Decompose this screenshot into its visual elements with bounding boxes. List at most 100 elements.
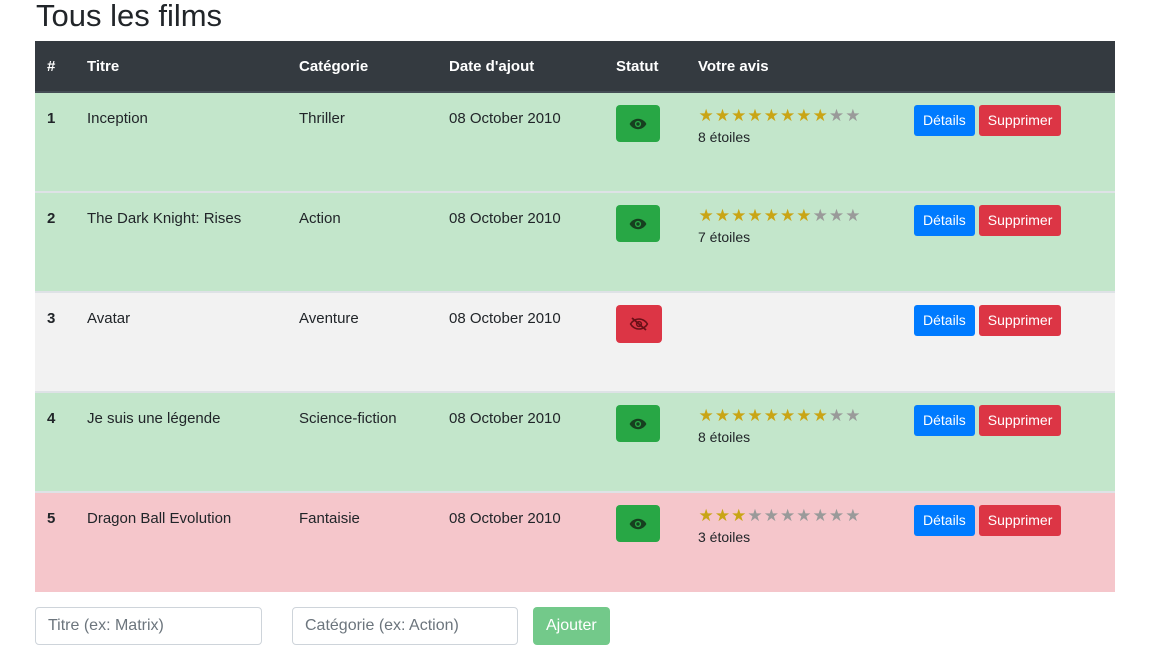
status-cell [604, 491, 686, 592]
star-icon[interactable]: ★ [698, 507, 714, 525]
table-body: 1 Inception Thriller 08 October 2010 ★ ★ ★ ★ ★ ★ ★… [35, 91, 1115, 592]
star-icon[interactable]: ★ [731, 107, 747, 125]
star-icon[interactable]: ★ [763, 107, 779, 125]
row-number: 2 [35, 191, 75, 292]
film-date: 08 October 2010 [437, 491, 604, 592]
delete-button[interactable]: Supprimer [978, 105, 1062, 136]
star-icon[interactable]: ★ [828, 507, 844, 525]
star-icon[interactable]: ★ [731, 407, 747, 425]
add-button[interactable]: Ajouter [533, 607, 610, 645]
star-icon[interactable]: ★ [779, 107, 795, 125]
star-icon[interactable]: ★ [747, 407, 763, 425]
star-count-text: 8 étoiles [698, 129, 751, 145]
star-icon[interactable]: ★ [779, 507, 795, 525]
star-icon[interactable]: ★ [828, 407, 844, 425]
star-rating[interactable]: ★ ★ ★ ★ ★ ★ ★ ★ ★ ★ [698, 107, 890, 125]
film-date: 08 October 2010 [437, 391, 604, 492]
film-category: Action [287, 191, 437, 292]
eye-icon [629, 118, 647, 130]
star-icon[interactable]: ★ [828, 107, 844, 125]
rating-cell: ★ ★ ★ ★ ★ ★ ★ ★ ★ ★ 7 étoiles [686, 191, 902, 292]
star-icon[interactable]: ★ [763, 507, 779, 525]
star-icon[interactable]: ★ [812, 407, 828, 425]
rating-cell: ★ ★ ★ ★ ★ ★ ★ ★ ★ ★ 8 étoiles [686, 391, 902, 492]
actions-cell: Détails Supprimer [902, 91, 1115, 192]
star-icon[interactable]: ★ [779, 207, 795, 225]
star-icon[interactable]: ★ [845, 207, 861, 225]
header-status: Statut [604, 41, 686, 93]
details-button[interactable]: Détails [914, 305, 975, 336]
table-row: 1 Inception Thriller 08 October 2010 ★ ★ ★ ★ ★ ★ ★… [35, 91, 1115, 192]
delete-button[interactable]: Supprimer [978, 305, 1062, 336]
star-icon[interactable]: ★ [698, 407, 714, 425]
star-icon[interactable]: ★ [714, 107, 730, 125]
star-rating[interactable]: ★ ★ ★ ★ ★ ★ ★ ★ ★ ★ [698, 507, 890, 525]
delete-button[interactable]: Supprimer [978, 405, 1062, 436]
header-title: Titre [75, 41, 287, 93]
film-category: Thriller [287, 91, 437, 192]
star-icon[interactable]: ★ [714, 407, 730, 425]
film-date: 08 October 2010 [437, 191, 604, 292]
star-icon[interactable]: ★ [731, 507, 747, 525]
film-date: 08 October 2010 [437, 291, 604, 392]
delete-button[interactable]: Supprimer [978, 505, 1062, 536]
star-icon[interactable]: ★ [796, 207, 812, 225]
star-icon[interactable]: ★ [812, 507, 828, 525]
details-button[interactable]: Détails [914, 405, 975, 436]
star-icon[interactable]: ★ [714, 507, 730, 525]
film-title: Avatar [75, 291, 287, 392]
film-category: Science-fiction [287, 391, 437, 492]
star-icon[interactable]: ★ [714, 207, 730, 225]
star-icon[interactable]: ★ [763, 207, 779, 225]
star-icon[interactable]: ★ [796, 507, 812, 525]
star-count-text: 3 étoiles [698, 529, 751, 545]
film-category: Aventure [287, 291, 437, 392]
status-toggle-button[interactable] [616, 105, 660, 142]
star-icon[interactable]: ★ [845, 407, 861, 425]
details-button[interactable]: Détails [914, 505, 975, 536]
star-icon[interactable]: ★ [763, 407, 779, 425]
table-row: 3 Avatar Aventure 08 October 2010 Détails Sup… [35, 291, 1115, 392]
table-row: 2 The Dark Knight: Rises Action 08 October … [35, 191, 1115, 292]
header-category: Catégorie [287, 41, 437, 93]
star-icon[interactable]: ★ [731, 207, 747, 225]
star-icon[interactable]: ★ [845, 107, 861, 125]
star-icon[interactable]: ★ [747, 107, 763, 125]
films-table: # Titre Catégorie Date d'ajout Statut Vo… [35, 41, 1115, 592]
star-rating[interactable]: ★ ★ ★ ★ ★ ★ ★ ★ ★ ★ [698, 407, 890, 425]
eye-icon [629, 518, 647, 530]
table-row: 5 Dragon Ball Evolution Fantaisie 08 Octobe… [35, 491, 1115, 592]
star-icon[interactable]: ★ [812, 207, 828, 225]
eye-slash-icon [629, 317, 649, 331]
star-icon[interactable]: ★ [747, 207, 763, 225]
status-toggle-button[interactable] [616, 205, 660, 242]
star-icon[interactable]: ★ [796, 107, 812, 125]
details-button[interactable]: Détails [914, 105, 975, 136]
status-toggle-button[interactable] [616, 305, 662, 343]
star-icon[interactable]: ★ [698, 207, 714, 225]
header-date: Date d'ajout [437, 41, 604, 93]
status-toggle-button[interactable] [616, 505, 660, 542]
status-toggle-button[interactable] [616, 405, 660, 442]
delete-button[interactable]: Supprimer [978, 205, 1062, 236]
film-title: Je suis une légende [75, 391, 287, 492]
star-icon[interactable]: ★ [796, 407, 812, 425]
eye-icon [629, 418, 647, 430]
details-button[interactable]: Détails [914, 205, 975, 236]
star-icon[interactable]: ★ [845, 507, 861, 525]
star-icon[interactable]: ★ [747, 507, 763, 525]
title-input[interactable] [35, 607, 262, 645]
rating-cell: ★ ★ ★ ★ ★ ★ ★ ★ ★ ★ 8 étoiles [686, 91, 902, 192]
row-number: 5 [35, 491, 75, 592]
category-input[interactable] [292, 607, 518, 645]
star-icon[interactable]: ★ [779, 407, 795, 425]
status-cell [604, 391, 686, 492]
film-title: Inception [75, 91, 287, 192]
row-number: 1 [35, 91, 75, 192]
film-date: 08 October 2010 [437, 91, 604, 192]
star-rating[interactable]: ★ ★ ★ ★ ★ ★ ★ ★ ★ ★ [698, 207, 890, 225]
star-icon[interactable]: ★ [812, 107, 828, 125]
star-icon[interactable]: ★ [828, 207, 844, 225]
page-title: Tous les films [36, 0, 223, 33]
star-icon[interactable]: ★ [698, 107, 714, 125]
